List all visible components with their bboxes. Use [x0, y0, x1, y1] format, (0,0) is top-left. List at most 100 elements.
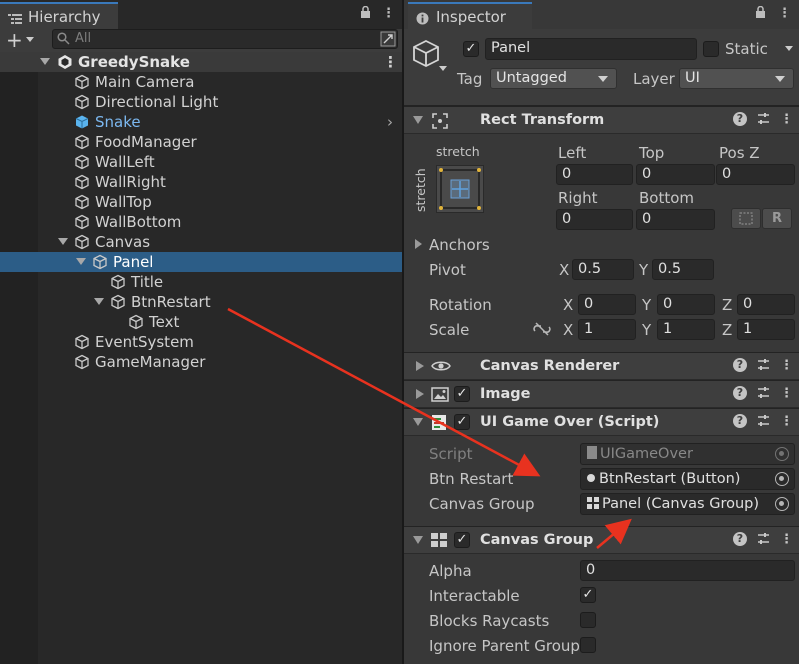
component-menu-icon[interactable]: ⋮	[780, 414, 793, 431]
help-icon[interactable]: ?	[733, 358, 747, 372]
scene-menu-icon[interactable]: ⋮	[383, 52, 398, 72]
icon-dropdown-icon[interactable]	[439, 66, 447, 71]
object-picker-icon[interactable]	[775, 472, 789, 486]
bottom-field[interactable]: 0	[636, 209, 715, 230]
raw-edit-button[interactable]: R	[762, 208, 792, 229]
ui-game-over-foldout[interactable]	[413, 418, 423, 426]
inspector-lock-icon[interactable]	[755, 5, 766, 23]
hierarchy-item[interactable]: Canvas	[0, 232, 402, 252]
presets-icon[interactable]	[757, 414, 770, 431]
pivot-x-field[interactable]: 0.5	[572, 259, 634, 280]
hierarchy-item[interactable]: EventSystem	[0, 332, 402, 352]
anchor-presets-button[interactable]	[436, 165, 484, 213]
foldout-arrow-icon[interactable]	[94, 298, 104, 305]
canvas-group-field[interactable]: Panel (Canvas Group)	[580, 493, 795, 515]
interactable-checkbox[interactable]: ✓	[580, 587, 596, 603]
blocks-raycasts-checkbox[interactable]	[580, 612, 596, 628]
help-icon[interactable]: ?	[733, 386, 747, 400]
anchors-foldout[interactable]	[415, 239, 422, 249]
static-dropdown-icon[interactable]	[785, 46, 793, 51]
unlink-scale-icon[interactable]	[533, 322, 551, 340]
layer-dropdown[interactable]: UI	[679, 68, 794, 89]
top-field[interactable]: 0	[636, 164, 715, 185]
presets-icon[interactable]	[757, 386, 770, 403]
hierarchy-item[interactable]: GameManager	[0, 352, 402, 372]
canvas-group-enabled-checkbox[interactable]: ✓	[454, 532, 470, 548]
hierarchy-tab[interactable]: Hierarchy	[0, 2, 118, 29]
canvas-renderer-foldout[interactable]	[416, 361, 424, 371]
hierarchy-item[interactable]: Main Camera	[0, 72, 402, 92]
presets-icon[interactable]	[757, 532, 770, 549]
component-menu-icon[interactable]: ⋮	[780, 532, 793, 549]
hierarchy-item[interactable]: WallRight	[0, 172, 402, 192]
blueprint-mode-button[interactable]	[731, 208, 761, 229]
rotation-x-field[interactable]: 0	[578, 294, 636, 315]
pivot-y-field[interactable]: 0.5	[652, 259, 714, 280]
gameobject-cube-icon[interactable]	[411, 38, 441, 72]
add-button[interactable]: +	[6, 28, 23, 52]
canvas-renderer-header[interactable]: Canvas Renderer ? ⋮	[404, 352, 799, 380]
gameobject-cube-icon	[74, 134, 90, 154]
ui-game-over-header[interactable]: ✓ UI Game Over (Script) ? ⋮	[404, 408, 799, 436]
foldout-arrow-icon[interactable]	[40, 58, 50, 65]
active-checkbox[interactable]: ✓	[463, 41, 479, 57]
hierarchy-item[interactable]: Snake ›	[0, 112, 402, 132]
hierarchy-item[interactable]: BtnRestart	[0, 292, 402, 312]
presets-icon[interactable]	[757, 112, 770, 129]
hierarchy-item[interactable]: Title	[0, 272, 402, 292]
rect-transform-header[interactable]: Rect Transform ? ⋮	[404, 106, 799, 134]
ui-game-over-enabled-checkbox[interactable]: ✓	[454, 414, 470, 430]
gameobject-cube-icon	[92, 254, 108, 274]
image-foldout[interactable]	[416, 389, 424, 399]
hierarchy-menu-icon[interactable]: ⋮	[382, 6, 395, 21]
alpha-field[interactable]: 0	[580, 560, 795, 581]
script-field-value: UIGameOver	[600, 446, 693, 462]
hierarchy-item[interactable]: Directional Light	[0, 92, 402, 112]
script-label: Script	[429, 445, 473, 463]
scale-x-field[interactable]: 1	[578, 319, 636, 340]
hierarchy-item[interactable]: WallTop	[0, 192, 402, 212]
tag-dropdown[interactable]: Untagged	[490, 68, 617, 89]
help-icon[interactable]: ?	[733, 414, 747, 428]
open-prefab-chevron-icon[interactable]: ›	[387, 113, 393, 131]
inspector-tab[interactable]: Inspector	[408, 2, 532, 29]
component-menu-icon[interactable]: ⋮	[780, 358, 793, 375]
anchors-label[interactable]: Anchors	[429, 236, 490, 254]
image-enabled-checkbox[interactable]: ✓	[454, 386, 470, 402]
foldout-arrow-icon[interactable]	[76, 258, 86, 265]
left-field[interactable]: 0	[556, 164, 633, 185]
scale-y-field[interactable]: 1	[657, 319, 715, 340]
hierarchy-item[interactable]: Panel	[0, 252, 402, 272]
btn-restart-field[interactable]: BtnRestart (Button)	[580, 468, 795, 490]
right-field[interactable]: 0	[556, 209, 633, 230]
ignore-parent-groups-checkbox[interactable]	[580, 637, 596, 653]
image-header[interactable]: ✓ Image ? ⋮	[404, 380, 799, 408]
component-menu-icon[interactable]: ⋮	[780, 112, 793, 129]
add-dropdown-icon[interactable]	[26, 37, 34, 42]
object-picker-icon[interactable]	[775, 497, 789, 511]
canvas-group-header[interactable]: ✓ Canvas Group ? ⋮	[404, 526, 799, 554]
rotation-y-field[interactable]: 0	[657, 294, 715, 315]
hierarchy-item[interactable]: WallLeft	[0, 152, 402, 172]
hierarchy-item[interactable]: WallBottom	[0, 212, 402, 232]
hierarchy-item[interactable]: Text	[0, 312, 402, 332]
gameobject-cube-icon	[74, 234, 90, 254]
search-by-type-icon[interactable]	[380, 31, 396, 51]
component-menu-icon[interactable]: ⋮	[780, 386, 793, 403]
rotation-z-field[interactable]: 0	[737, 294, 795, 315]
help-icon[interactable]: ?	[733, 532, 747, 546]
static-checkbox[interactable]	[703, 41, 719, 57]
lock-icon[interactable]	[360, 5, 371, 23]
scale-z-field[interactable]: 1	[737, 319, 795, 340]
posz-field[interactable]: 0	[716, 164, 795, 185]
canvas-group-foldout[interactable]	[413, 536, 423, 544]
scene-row[interactable]: GreedySnake ⋮	[0, 52, 402, 72]
help-icon[interactable]: ?	[733, 112, 747, 126]
inspector-menu-icon[interactable]: ⋮	[778, 6, 791, 21]
rect-transform-foldout[interactable]	[413, 116, 423, 124]
presets-icon[interactable]	[757, 358, 770, 375]
foldout-arrow-icon[interactable]	[58, 238, 68, 245]
object-name-field[interactable]: Panel	[485, 38, 697, 60]
search-input[interactable]: All	[52, 29, 398, 49]
hierarchy-item[interactable]: FoodManager	[0, 132, 402, 152]
